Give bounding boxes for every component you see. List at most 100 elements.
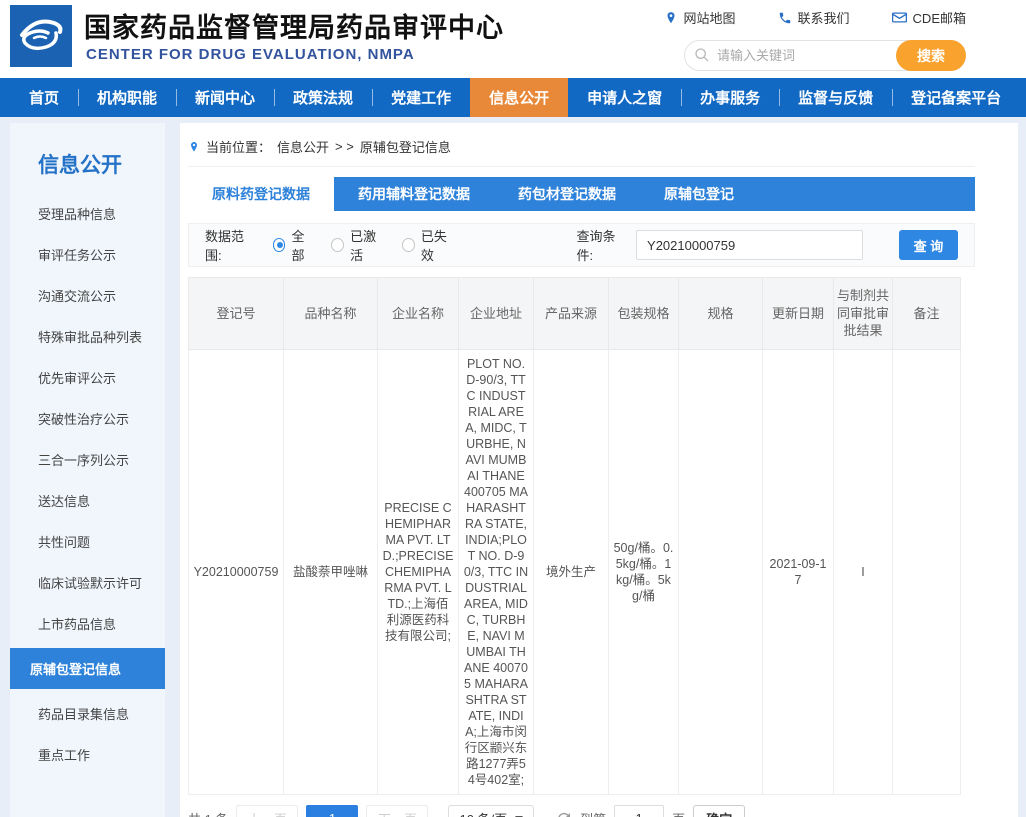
data-tabs: 原料药登记数据 药用辅料登记数据 药包材登记数据 原辅包登记 (188, 177, 975, 211)
sidebar-item-key-work[interactable]: 重点工作 (10, 734, 165, 775)
col-packaging-spec: 包装规格 (609, 278, 679, 350)
jump-page-input[interactable] (614, 805, 664, 817)
sidebar-item-raw-material-registration[interactable]: 原辅包登记信息 (10, 648, 165, 689)
breadcrumb-separator: > > (335, 139, 354, 154)
cell-product-source: 境外生产 (534, 349, 609, 794)
col-company-address: 企业地址 (459, 278, 534, 350)
sidebar-item-common-issues[interactable]: 共性问题 (10, 521, 165, 562)
cell-spec (679, 349, 763, 794)
tab-raw-material-registration[interactable]: 原辅包登记 (640, 177, 758, 211)
jump-suffix-label: 页 (672, 809, 685, 817)
confirm-button[interactable]: 确定 (693, 805, 745, 817)
nav-item-applicant[interactable]: 申请人之窗 (568, 78, 681, 117)
col-remarks: 备注 (893, 278, 961, 350)
mail-icon (892, 11, 907, 24)
tab-api-registration[interactable]: 原料药登记数据 (188, 177, 334, 211)
pagination-total: 共 1 条 (188, 809, 228, 817)
radio-activated-label: 已激活 (350, 226, 386, 264)
results-table: 登记号 品种名称 企业名称 企业地址 产品来源 包装规格 规格 更新日期 与制剂… (188, 277, 961, 795)
cell-update-date: 2021-09-17 (763, 349, 834, 794)
col-spec: 规格 (679, 278, 763, 350)
radio-activated-dot (331, 238, 344, 252)
sidebar-title: 信息公开 (10, 123, 165, 193)
mailbox-link[interactable]: CDE邮箱 (892, 8, 966, 27)
sidebar-item-drug-catalog[interactable]: 药品目录集信息 (10, 693, 165, 734)
header-search: 搜索 (684, 40, 966, 71)
sidebar-item-marketed-drugs[interactable]: 上市药品信息 (10, 603, 165, 644)
site-title: 国家药品监督管理局药品审评中心 (84, 6, 504, 45)
main-nav: 首页 机构职能 新闻中心 政策法规 党建工作 信息公开 申请人之窗 办事服务 监… (0, 78, 1026, 117)
phone-icon (778, 11, 792, 25)
sitemap-link[interactable]: 网站地图 (664, 8, 736, 27)
page-size-select[interactable]: 10 条/页 (448, 805, 534, 817)
cell-packaging-spec: 50g/桶。0.5kg/桶。1kg/桶。5kg/桶 (609, 349, 679, 794)
cell-remarks (893, 349, 961, 794)
radio-activated[interactable]: 已激活 (331, 226, 386, 264)
breadcrumb: 当前位置： 信息公开 > > 原辅包登记信息 (188, 137, 975, 167)
sidebar: 信息公开 受理品种信息 审评任务公示 沟通交流公示 特殊审批品种列表 优先审评公… (10, 123, 165, 817)
site-subtitle: CENTER FOR DRUG EVALUATION, NMPA (86, 46, 415, 63)
breadcrumb-page-link[interactable]: 原辅包登记信息 (360, 137, 451, 156)
next-page-button[interactable]: 下一页 (366, 805, 428, 817)
col-update-date: 更新日期 (763, 278, 834, 350)
location-pin-icon (664, 11, 678, 25)
sidebar-item-accepted-varieties[interactable]: 受理品种信息 (10, 193, 165, 234)
cde-logo-icon (10, 5, 72, 67)
table-row: Y20210000759 盐酸萘甲唑啉 PRECISE CHEMIPHARMA … (189, 349, 961, 794)
tab-excipient-registration[interactable]: 药用辅料登记数据 (334, 177, 494, 211)
refresh-button[interactable] (556, 811, 572, 817)
header-quick-links: 网站地图 联系我们 CDE邮箱 (664, 8, 966, 27)
header-search-button[interactable]: 搜索 (896, 40, 966, 71)
cell-variety-name: 盐酸萘甲唑啉 (284, 349, 378, 794)
contact-label: 联系我们 (798, 8, 850, 27)
contact-link[interactable]: 联系我们 (778, 8, 850, 27)
nav-item-info-disclosure[interactable]: 信息公开 (470, 78, 568, 117)
filter-bar: 数据范围: 全部 已激活 已失效 查询条件: 查 询 (188, 223, 975, 267)
sidebar-item-communication[interactable]: 沟通交流公示 (10, 275, 165, 316)
sidebar-item-delivery-info[interactable]: 送达信息 (10, 480, 165, 521)
nav-item-policy[interactable]: 政策法规 (274, 78, 372, 117)
nav-item-supervision[interactable]: 监督与反馈 (779, 78, 892, 117)
mailbox-label: CDE邮箱 (913, 8, 966, 27)
refresh-icon (556, 811, 572, 817)
col-company-name: 企业名称 (378, 278, 459, 350)
nav-item-party[interactable]: 党建工作 (372, 78, 470, 117)
main-content: 当前位置： 信息公开 > > 原辅包登记信息 原料药登记数据 药用辅料登记数据 药… (180, 123, 1018, 817)
jump-prefix-label: 到第 (580, 809, 606, 817)
sidebar-item-special-approval[interactable]: 特殊审批品种列表 (10, 316, 165, 357)
radio-expired[interactable]: 已失效 (402, 226, 457, 264)
sidebar-item-three-in-one[interactable]: 三合一序列公示 (10, 439, 165, 480)
sidebar-item-clinical-trial-license[interactable]: 临床试验默示许可 (10, 562, 165, 603)
nav-item-home[interactable]: 首页 (10, 78, 78, 117)
search-icon (694, 47, 710, 63)
nav-item-registration-platform[interactable]: 登记备案平台 (892, 78, 1020, 117)
cell-registration-no: Y20210000759 (189, 349, 284, 794)
sidebar-item-review-tasks[interactable]: 审评任务公示 (10, 234, 165, 275)
prev-page-button[interactable]: 上一页 (236, 805, 298, 817)
breadcrumb-prefix: 当前位置： (206, 137, 271, 156)
page-1-button[interactable]: 1 (306, 805, 358, 817)
site-header: 国家药品监督管理局药品审评中心 CENTER FOR DRUG EVALUATI… (0, 0, 1026, 78)
col-variety-name: 品种名称 (284, 278, 378, 350)
pagination: 共 1 条 上一页 1 下一页 10 条/页 到第 页 确定 (188, 805, 975, 817)
table-header-row: 登记号 品种名称 企业名称 企业地址 产品来源 包装规格 规格 更新日期 与制剂… (189, 278, 961, 350)
query-button[interactable]: 查 询 (899, 230, 958, 260)
breadcrumb-pin-icon (188, 140, 200, 154)
cde-logo[interactable] (10, 5, 72, 67)
breadcrumb-section-link[interactable]: 信息公开 (277, 137, 329, 156)
scope-label: 数据范围: (205, 226, 257, 264)
cell-company-address: PLOT NO. D-90/3, TTC INDUSTRIAL AREA, MI… (459, 349, 534, 794)
cell-joint-review-result: I (834, 349, 893, 794)
nav-item-services[interactable]: 办事服务 (681, 78, 779, 117)
sidebar-item-priority-review[interactable]: 优先审评公示 (10, 357, 165, 398)
cell-company-name: PRECISE CHEMIPHARMA PVT. LTD.;PRECISE CH… (378, 349, 459, 794)
nav-item-news[interactable]: 新闻中心 (176, 78, 274, 117)
radio-all[interactable]: 全部 (273, 226, 316, 264)
page-size-value: 10 条/页 (459, 809, 507, 817)
sidebar-item-breakthrough-therapy[interactable]: 突破性治疗公示 (10, 398, 165, 439)
radio-all-label: 全部 (291, 226, 315, 264)
tab-packaging-registration[interactable]: 药包材登记数据 (494, 177, 640, 211)
query-input[interactable] (636, 230, 863, 260)
nav-item-functions[interactable]: 机构职能 (78, 78, 176, 117)
radio-all-dot (273, 238, 286, 252)
